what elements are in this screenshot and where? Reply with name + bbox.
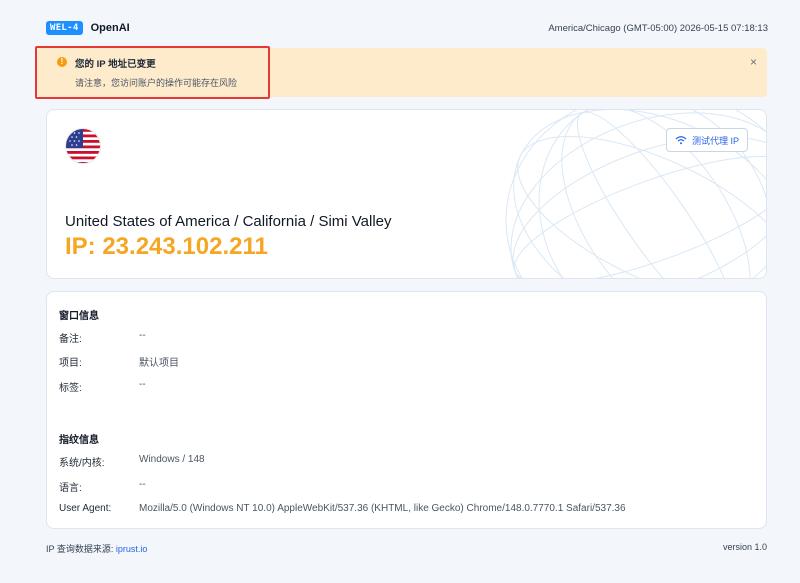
user-agent-value: Mozilla/5.0 (Windows NT 10.0) AppleWebKi… [139, 503, 626, 514]
ip-address: IP: 23.243.102.211 [65, 233, 268, 260]
alert-description: 请注意，您访问账户的操作可能存在风险 [75, 78, 238, 88]
project-value: 默认项目 [139, 358, 179, 369]
user-agent-label: User Agent: [59, 503, 112, 514]
window-info-title: 窗口信息 [59, 311, 99, 322]
us-flag-icon [65, 128, 101, 164]
info-card: 窗口信息 备注: -- 项目: 默认项目 标签: -- 指纹信息 系统/内核: … [46, 291, 767, 529]
wifi-icon [675, 136, 687, 145]
ip-source-link[interactable]: iprust.io [116, 544, 148, 554]
fingerprint-info-title: 指纹信息 [59, 435, 99, 446]
brand: WEL-4 OpenAI [46, 21, 130, 35]
ip-card: 测试代理 IP United States of America / Calif… [46, 109, 767, 279]
test-proxy-label: 测试代理 IP [691, 135, 739, 146]
tag-value: -- [139, 379, 146, 390]
remark-value: -- [139, 330, 146, 341]
tag-label: 标签: [59, 383, 82, 394]
page: WEL-4 OpenAI America/Chicago (GMT-05:00)… [0, 0, 800, 583]
project-label: 项目: [59, 358, 82, 369]
timezone-time: America/Chicago (GMT-05:00) 2026-05-15 0… [548, 22, 768, 34]
ip-change-alert: ! 您的 IP 地址已变更 请注意，您访问账户的操作可能存在风险 × [37, 48, 767, 97]
remark-label: 备注: [59, 334, 82, 345]
brand-badge: WEL-4 [46, 21, 83, 35]
ip-source-label: IP 查询数据来源: [46, 544, 116, 554]
version-label: version 1.0 [722, 542, 767, 552]
ip-source: IP 查询数据来源: iprust.io [46, 542, 147, 555]
language-label: 语言: [59, 483, 82, 494]
app-name: OpenAI [90, 22, 130, 34]
alert-title: 您的 IP 地址已变更 [75, 59, 156, 70]
os-kernel-value: Windows / 148 [139, 454, 205, 465]
ip-location: United States of America / California / … [65, 213, 392, 230]
test-proxy-button[interactable]: 测试代理 IP [665, 128, 748, 152]
os-kernel-label: 系统/内核: [59, 458, 105, 469]
language-value: -- [139, 479, 146, 490]
close-icon[interactable]: × [750, 55, 757, 69]
header: WEL-4 OpenAI America/Chicago (GMT-05:00)… [46, 20, 768, 36]
warning-icon: ! [57, 57, 67, 67]
